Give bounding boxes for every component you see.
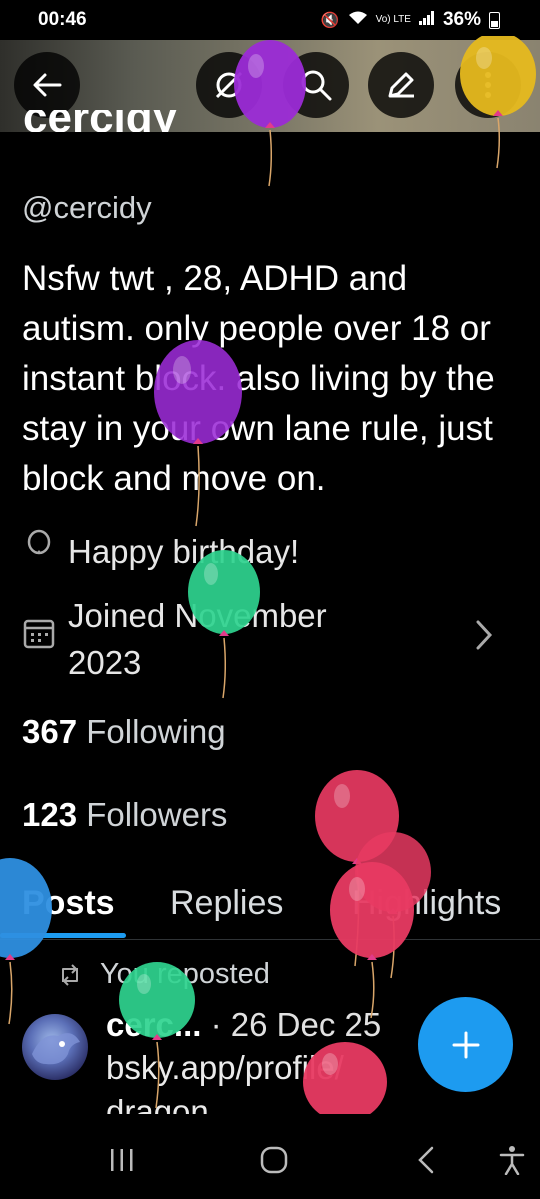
followers-label: Followers	[86, 796, 228, 833]
joined-row[interactable]: Joined November 2023	[22, 592, 327, 686]
display-name: cercidy	[23, 110, 177, 132]
tab-divider	[0, 939, 540, 940]
balloon-icon	[315, 770, 399, 967]
birthday-text: Happy birthday!	[68, 533, 300, 570]
battery-percent: 36%	[442, 9, 481, 30]
chevron-right-icon[interactable]	[474, 618, 494, 652]
dragon-avatar-icon	[32, 1033, 80, 1065]
joined-line1: Joined November	[68, 597, 327, 634]
following-count: 367	[22, 713, 78, 750]
home-icon	[260, 1146, 288, 1174]
search-icon	[301, 70, 332, 101]
plus-icon	[452, 1031, 479, 1058]
profile-handle: @cercidy	[22, 190, 152, 225]
repost-text: You reposted	[100, 958, 270, 990]
compose-button[interactable]	[418, 997, 513, 1092]
followers-stat[interactable]: 123 Followers	[22, 796, 227, 834]
grok-icon	[215, 71, 243, 99]
arrow-left-icon	[33, 73, 62, 97]
following-stat[interactable]: 367 Following	[22, 713, 226, 751]
followers-count: 123	[22, 796, 78, 833]
recent-apps-button[interactable]	[102, 1140, 142, 1180]
accessibility-icon	[499, 1146, 525, 1175]
status-icons: 🔇 Vo) LTE 36%	[321, 9, 500, 31]
tab-replies[interactable]: Replies	[170, 884, 283, 923]
post-header: cerc... · 26 Dec 25	[106, 1006, 381, 1044]
repost-indicator: You reposted	[58, 958, 270, 991]
wifi-icon	[348, 10, 368, 30]
repost-icon	[62, 963, 78, 986]
more-vertical-icon	[485, 72, 491, 98]
post-date: 26 Dec 25	[230, 1006, 382, 1043]
profile-tabs: Posts Replies Highlights	[0, 876, 540, 938]
home-button[interactable]	[254, 1140, 294, 1180]
back-nav-button[interactable]	[406, 1140, 446, 1180]
battery-icon	[489, 11, 500, 29]
status-time: 00:46	[38, 9, 87, 30]
post-separator: ·	[210, 1006, 222, 1043]
post-body-line1[interactable]: bsky.app/profile/	[106, 1046, 436, 1090]
calendar-icon	[23, 619, 55, 649]
grok-button[interactable]	[196, 52, 262, 118]
edit-button[interactable]	[368, 52, 434, 118]
back-chevron-icon	[418, 1146, 434, 1174]
birthday-row: Happy birthday!	[22, 528, 299, 575]
profile-bio: Nsfw twt , 28, ADHD and autism. only peo…	[22, 259, 495, 498]
following-label: Following	[86, 713, 226, 750]
avatar[interactable]	[22, 1014, 88, 1080]
network-label: Vo) LTE	[375, 14, 411, 25]
mute-icon: 🔇	[320, 12, 340, 29]
tab-posts[interactable]: Posts	[22, 884, 115, 923]
joined-line2: 2023	[68, 644, 142, 681]
tab-highlights[interactable]: Highlights	[352, 884, 501, 923]
back-button[interactable]	[14, 52, 80, 118]
accessibility-button[interactable]	[492, 1140, 532, 1180]
pencil-icon	[388, 72, 414, 98]
more-button[interactable]	[455, 52, 521, 118]
search-button[interactable]	[283, 52, 349, 118]
recents-icon	[111, 1149, 133, 1171]
post-body-line2[interactable]: dragon	[106, 1090, 209, 1114]
active-tab-indicator	[0, 933, 126, 938]
balloon-icon	[27, 529, 51, 555]
signal-icon	[418, 11, 435, 29]
post-author[interactable]: cerc...	[106, 1006, 201, 1043]
status-bar: 00:46 🔇 Vo) LTE 36%	[0, 0, 540, 40]
